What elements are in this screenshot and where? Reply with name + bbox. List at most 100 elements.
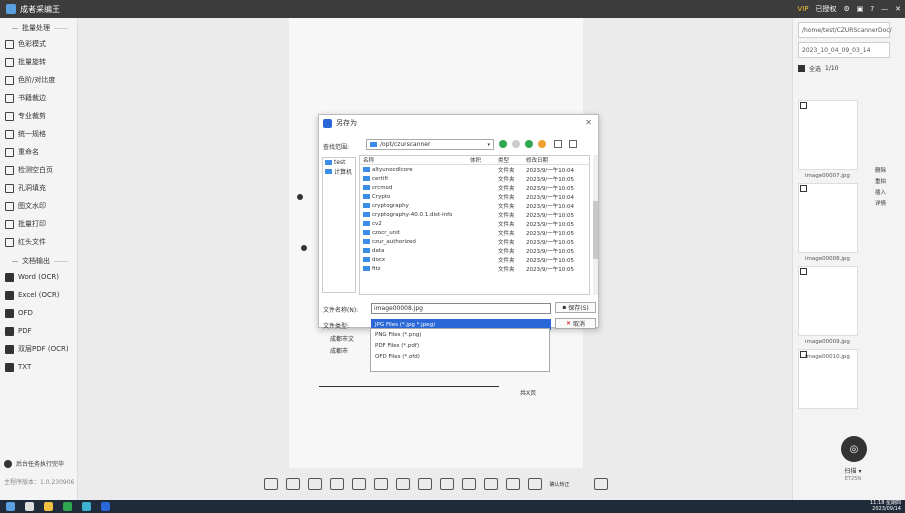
batch-item-8[interactable]: 孔洞填充 bbox=[0, 179, 77, 197]
feedback-icon[interactable]: ▣ bbox=[857, 5, 864, 13]
batch-item-1[interactable]: 批量旋转 bbox=[0, 53, 77, 71]
close-icon[interactable]: ✕ bbox=[895, 5, 901, 13]
batch-item-10[interactable]: 批量打印 bbox=[0, 215, 77, 233]
menu-details[interactable]: 详情 bbox=[875, 199, 886, 210]
output-item-5[interactable]: TXT bbox=[0, 358, 77, 376]
back-icon[interactable] bbox=[499, 140, 507, 148]
scan-label[interactable]: 扫描 ▾ bbox=[829, 466, 877, 475]
app-task-icon[interactable] bbox=[101, 502, 110, 511]
thumb-checkbox[interactable] bbox=[800, 268, 807, 275]
file-row[interactable]: czocr_unit 文件夹 2023/9/一午10:05 bbox=[360, 228, 589, 237]
ocr-icon[interactable] bbox=[329, 478, 344, 490]
thumbnail-2[interactable] bbox=[798, 183, 858, 253]
file-row[interactable]: certifi 文件夹 2023/9/一午10:05 bbox=[360, 174, 589, 183]
browser-icon[interactable] bbox=[63, 502, 72, 511]
minimize-icon[interactable]: — bbox=[881, 5, 888, 13]
clock[interactable]: 11:18 星期四 2023/09/14 bbox=[870, 500, 901, 512]
menu-delete[interactable]: 删除 bbox=[875, 166, 886, 177]
file-row[interactable]: cv2 文件夹 2023/9/一午10:05 bbox=[360, 219, 589, 228]
start-icon[interactable] bbox=[6, 502, 15, 511]
undo-icon[interactable] bbox=[439, 478, 454, 490]
filetype-option-pdf[interactable]: PDF Files (*.pdf) bbox=[371, 340, 549, 351]
select-all-checkbox[interactable] bbox=[798, 65, 805, 72]
thumb-checkbox[interactable] bbox=[800, 102, 807, 109]
batch-item-0[interactable]: 色彩模式 bbox=[0, 35, 77, 53]
menu-rescan[interactable]: 重拍 bbox=[875, 177, 886, 188]
thumbnail-3[interactable] bbox=[798, 266, 858, 336]
filetype-option-png[interactable]: PNG Files (*.png) bbox=[371, 329, 549, 340]
info-icon[interactable] bbox=[263, 478, 278, 490]
root-path-field[interactable]: /home/test/CZURScannerDoc/ bbox=[798, 22, 892, 38]
file-row[interactable]: czur_authorized 文件夹 2023/9/一午10:05 bbox=[360, 237, 589, 246]
detail-view-icon[interactable] bbox=[569, 140, 577, 148]
batch-item-2[interactable]: 色阶/对比度 bbox=[0, 71, 77, 89]
file-list-scrollbar[interactable] bbox=[593, 155, 598, 295]
adjust-icon[interactable] bbox=[395, 478, 410, 490]
scan-button[interactable]: ◎ bbox=[841, 436, 867, 462]
col-type[interactable]: 类型 bbox=[498, 156, 526, 164]
dialog-close-icon[interactable]: ✕ bbox=[585, 118, 592, 127]
confirm-correct-button[interactable]: 确认矫正 bbox=[550, 478, 586, 490]
files-icon[interactable] bbox=[44, 502, 53, 511]
select-icon[interactable] bbox=[285, 478, 300, 490]
output-item-0[interactable]: Word (OCR) bbox=[0, 268, 77, 286]
color-icon[interactable] bbox=[417, 478, 432, 490]
col-name[interactable]: 名称 bbox=[360, 156, 470, 164]
crop-icon[interactable] bbox=[307, 478, 322, 490]
batch-item-7[interactable]: 检测空白页 bbox=[0, 161, 77, 179]
filetype-option-ofd[interactable]: OFD Files (*.ofd) bbox=[371, 351, 549, 362]
batch-item-3[interactable]: 书籍裁边 bbox=[0, 89, 77, 107]
ocr-text-icon[interactable] bbox=[483, 478, 498, 490]
select-all-row[interactable]: 全选 1/10 bbox=[798, 64, 900, 73]
auth-status[interactable]: 已授权 bbox=[816, 4, 837, 14]
scrollbar-thumb[interactable] bbox=[593, 201, 598, 259]
file-row[interactable]: data 文件夹 2023/9/一午10:05 bbox=[360, 246, 589, 255]
crop-handle-2[interactable] bbox=[301, 245, 307, 251]
output-item-1[interactable]: Excel (OCR) bbox=[0, 286, 77, 304]
filename-input[interactable]: image00008.jpg bbox=[371, 303, 551, 314]
up-icon[interactable] bbox=[525, 140, 533, 148]
folder-path-field[interactable]: 2023_10_04_09_03_14 bbox=[798, 42, 890, 58]
col-size[interactable]: 体积 bbox=[470, 156, 498, 164]
file-row[interactable]: docx 文件夹 2023/9/一午10:05 bbox=[360, 255, 589, 264]
list-view-icon[interactable] bbox=[554, 140, 562, 148]
col-date[interactable]: 修改日期 bbox=[526, 156, 586, 164]
batch-item-6[interactable]: 重命名 bbox=[0, 143, 77, 161]
file-row[interactable]: cryptography-40.0.1.dist-info 文件夹 2023/9/一… bbox=[360, 210, 589, 219]
region-icon[interactable] bbox=[351, 478, 366, 490]
qr-icon[interactable] bbox=[527, 478, 542, 490]
settings-icon[interactable]: ⚙ bbox=[844, 5, 850, 13]
taskview-icon[interactable] bbox=[25, 502, 34, 511]
output-item-3[interactable]: PDF bbox=[0, 322, 77, 340]
store-icon[interactable] bbox=[82, 502, 91, 511]
file-row[interactable]: Crypto 文件夹 2023/9/一午10:04 bbox=[360, 192, 589, 201]
place-computer[interactable]: 计算机 bbox=[323, 167, 355, 176]
help-icon[interactable]: ? bbox=[870, 5, 874, 13]
file-row[interactable]: altyunocdlcore 文件夹 2023/9/一午10:04 bbox=[360, 165, 589, 174]
batch-item-11[interactable]: 红头文件 bbox=[0, 233, 77, 251]
file-row[interactable]: crcmod 文件夹 2023/9/一午10:05 bbox=[360, 183, 589, 192]
print-icon[interactable] bbox=[461, 478, 476, 490]
extra-icon[interactable] bbox=[593, 478, 608, 490]
new-folder-icon[interactable] bbox=[538, 140, 546, 148]
vip-badge[interactable]: VIP bbox=[797, 5, 808, 13]
place-test[interactable]: test bbox=[323, 158, 355, 167]
output-item-4[interactable]: 双层PDF (OCR) bbox=[0, 340, 77, 358]
cancel-button[interactable]: ✕ 取消 bbox=[555, 318, 596, 329]
thumbnail-1[interactable] bbox=[798, 100, 858, 170]
save-button[interactable]: ▪ 保存(S) bbox=[555, 302, 596, 313]
batch-item-4[interactable]: 专业裁剪 bbox=[0, 107, 77, 125]
batch-item-5[interactable]: 统一规格 bbox=[0, 125, 77, 143]
file-row[interactable]: fitz 文件夹 2023/9/一午10:05 bbox=[360, 264, 589, 273]
flatten-icon[interactable] bbox=[373, 478, 388, 490]
thumb-checkbox[interactable] bbox=[800, 185, 807, 192]
batch-item-9[interactable]: 图文水印 bbox=[0, 197, 77, 215]
crop-handle-1[interactable] bbox=[297, 194, 303, 200]
forward-icon[interactable] bbox=[512, 140, 520, 148]
menu-insert[interactable]: 插入 bbox=[875, 188, 886, 199]
task-status[interactable]: 后台任务执行完毕 bbox=[4, 459, 64, 468]
output-item-2[interactable]: OFD bbox=[0, 304, 77, 322]
export-icon[interactable] bbox=[505, 478, 520, 490]
look-in-combo[interactable]: /opt/czurscanner ▾ bbox=[366, 139, 494, 150]
file-row[interactable]: cryptography 文件夹 2023/9/一午10:04 bbox=[360, 201, 589, 210]
